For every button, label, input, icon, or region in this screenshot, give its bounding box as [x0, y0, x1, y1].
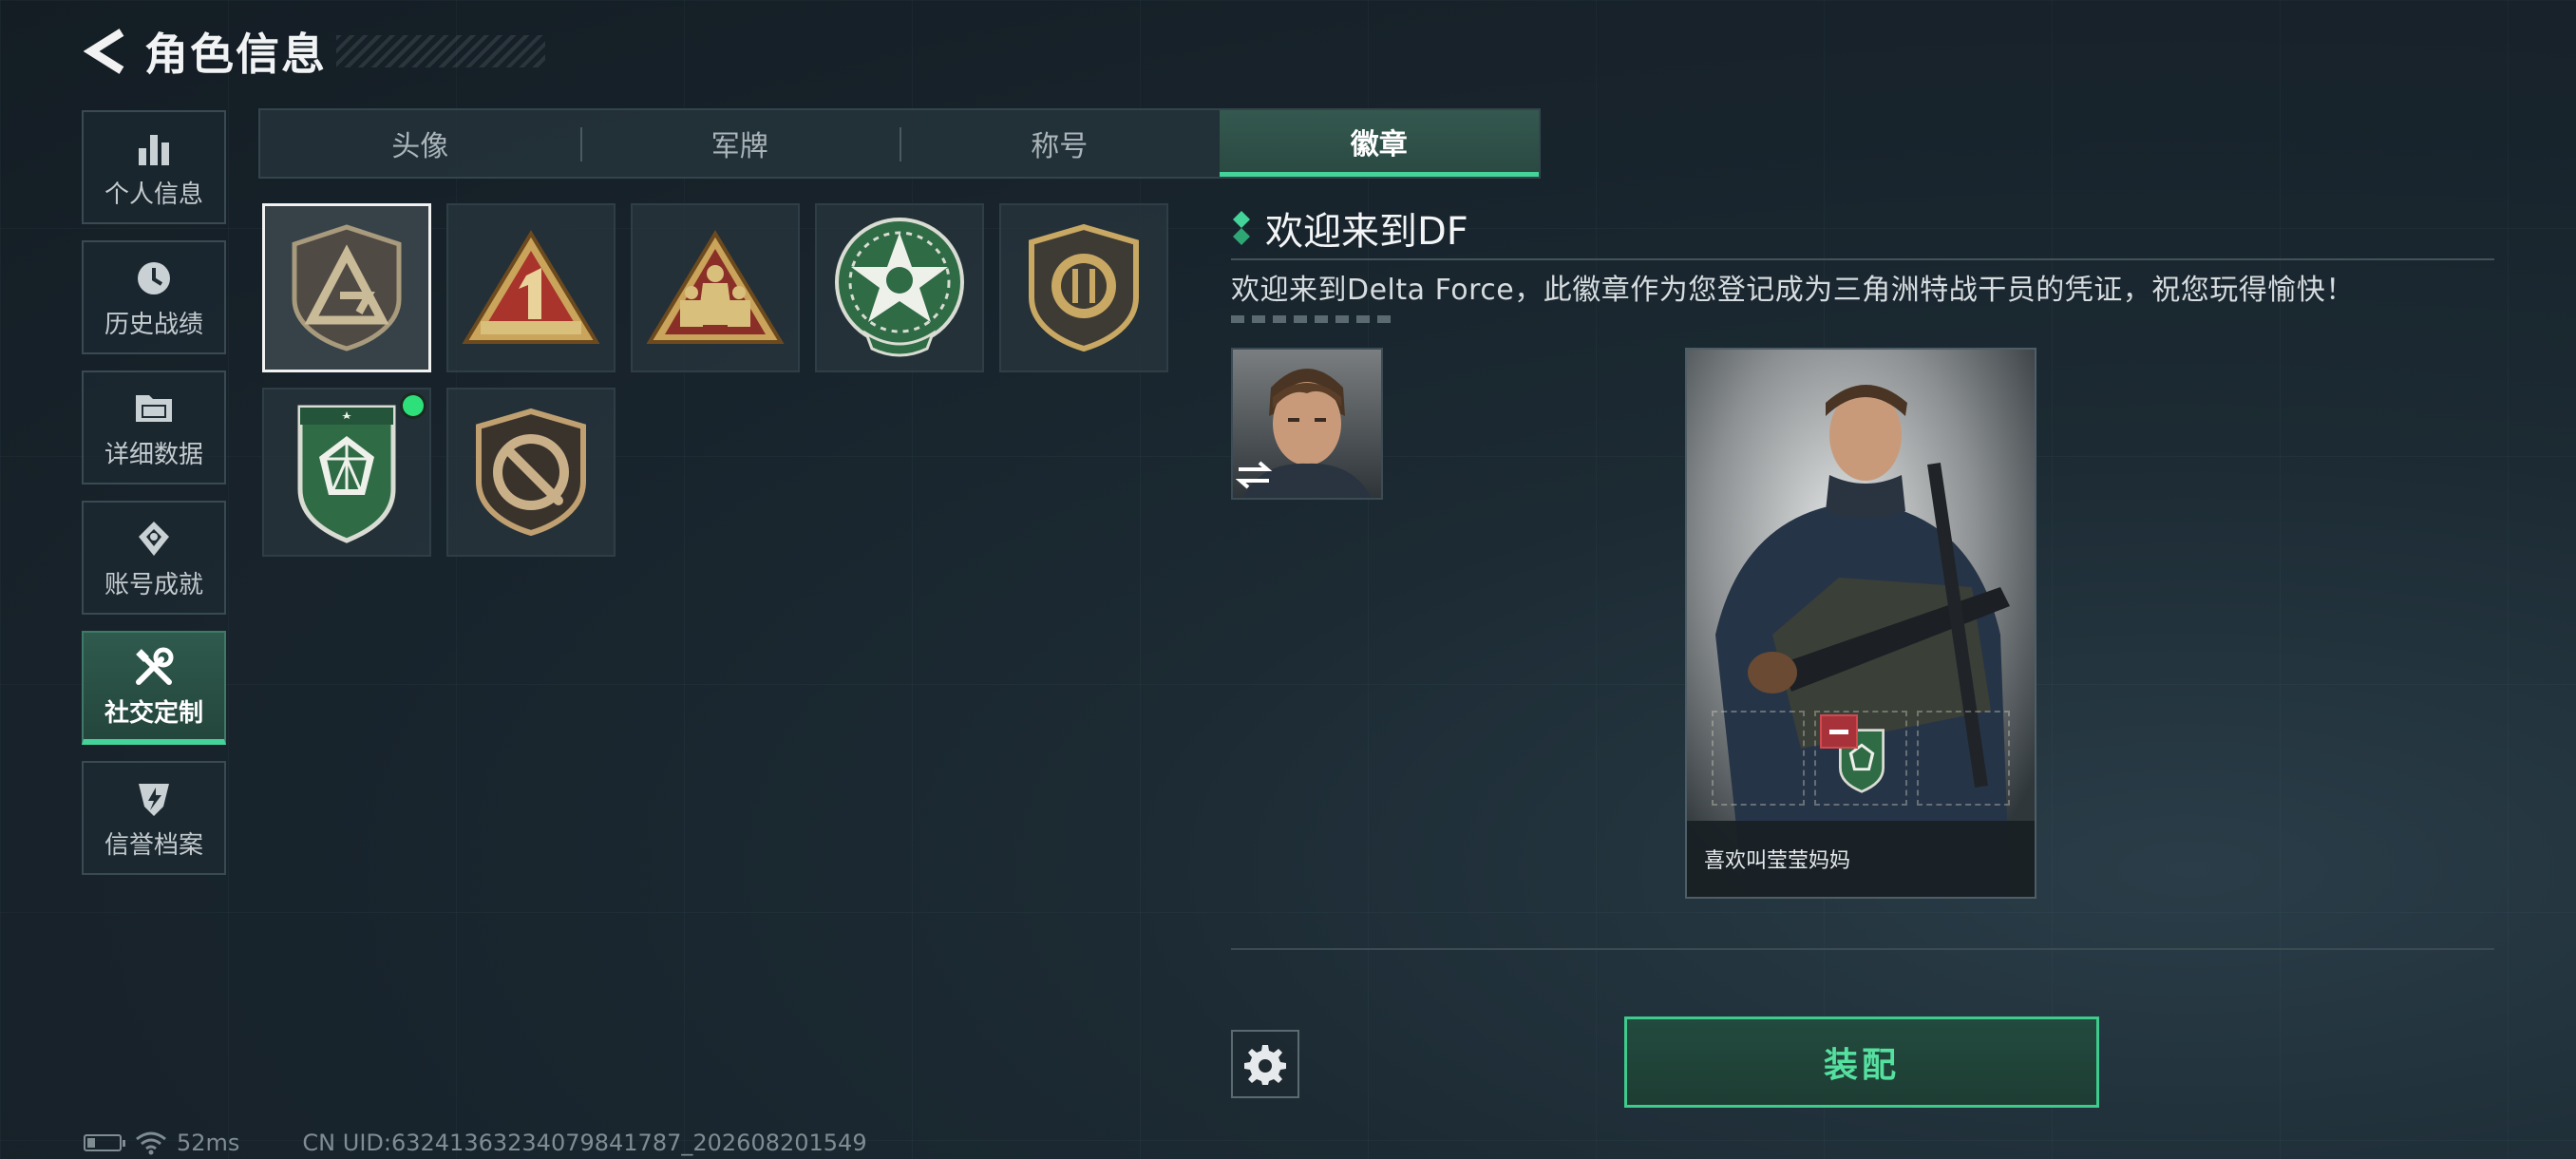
tools-icon — [133, 644, 175, 690]
clock-icon — [135, 256, 173, 301]
tab-badge[interactable]: 徽章 — [1219, 110, 1539, 177]
diamond-marker-icon — [1233, 211, 1250, 245]
sidebar-item-label: 信誉档案 — [104, 830, 203, 860]
tab-avatar[interactable]: 头像 — [260, 110, 580, 177]
sidebar-item-personal-info[interactable]: 个人信息 — [82, 110, 226, 224]
header: 角色信息 — [80, 23, 545, 80]
badge-gold-shield[interactable] — [999, 203, 1168, 372]
badge-number-one[interactable] — [446, 203, 616, 372]
badge-green-diamond[interactable] — [262, 388, 431, 557]
badge-slot-3[interactable] — [1917, 711, 2010, 806]
sidebar: 个人信息 历史战绩 详细数据 账号成就 社交定制 信誉档案 — [82, 110, 228, 891]
bottom-divider — [1231, 948, 2494, 950]
badge-knife[interactable] — [446, 388, 616, 557]
dotted-divider — [1231, 315, 1392, 323]
page-title: 角色信息 — [144, 28, 327, 80]
badge-green-star[interactable] — [815, 203, 984, 372]
gear-icon — [1244, 1045, 1286, 1085]
achievement-icon — [135, 516, 173, 561]
new-badge-indicator — [403, 395, 424, 416]
back-arrow-icon[interactable] — [80, 25, 129, 78]
badge-detail-panel: 欢迎来到DF 欢迎来到Delta Force，此徽章作为您登记成为三角洲特战干员… — [1231, 203, 2494, 323]
knife-badge-icon — [476, 408, 586, 537]
wifi-icon — [136, 1131, 166, 1155]
number-one-badge-icon — [462, 230, 600, 344]
remove-badge-button[interactable] — [1820, 714, 1858, 749]
badge-slot-1[interactable] — [1712, 711, 1805, 806]
operator-avatar[interactable] — [1231, 348, 1383, 500]
sidebar-item-label: 历史战绩 — [104, 310, 203, 339]
battery-icon — [84, 1134, 125, 1151]
sidebar-item-label: 个人信息 — [104, 180, 203, 209]
badge-delta-triangle[interactable] — [262, 203, 431, 372]
badge-description: 欢迎来到Delta Force，此徽章作为您登记成为三角洲特战干员的凭证，祝您玩… — [1231, 274, 2355, 307]
ping-value: 52ms — [177, 1130, 240, 1156]
credit-shield-icon — [135, 776, 173, 822]
sidebar-item-history[interactable]: 历史战绩 — [82, 240, 226, 354]
tab-title[interactable]: 称号 — [900, 110, 1220, 177]
sidebar-item-social-custom[interactable]: 社交定制 — [82, 631, 226, 745]
status-bar: 52ms CN UID:63241363234079841787_2026082… — [84, 1129, 867, 1157]
squad-badge-icon — [646, 230, 785, 344]
badge-title-row: 欢迎来到DF — [1231, 203, 2494, 254]
operator-character-image — [1687, 350, 2035, 897]
settings-button[interactable] — [1231, 1030, 1299, 1098]
sidebar-item-credit[interactable]: 信誉档案 — [82, 761, 226, 875]
green-diamond-badge-icon — [297, 405, 396, 543]
badge-squad[interactable] — [631, 203, 800, 372]
bar-chart-icon — [135, 125, 173, 171]
swap-icon[interactable] — [1235, 460, 1273, 494]
folder-icon — [134, 386, 174, 431]
sidebar-item-achievements[interactable]: 账号成就 — [82, 501, 226, 615]
sidebar-item-label: 详细数据 — [104, 440, 203, 469]
tab-dog-tag[interactable]: 军牌 — [579, 110, 900, 177]
user-uid: CN UID:63241363234079841787_202608201549 — [302, 1130, 867, 1156]
character-preview-card: 喜欢叫莹莹妈妈 — [1685, 348, 2036, 899]
title-divider — [1231, 258, 2494, 260]
title-decoration — [336, 35, 545, 67]
player-nickname: 喜欢叫莹莹妈妈 — [1687, 821, 2035, 897]
delta-triangle-badge-icon — [292, 224, 402, 352]
minus-icon — [1829, 729, 1848, 734]
gold-shield-badge-icon — [1029, 223, 1139, 352]
equip-button[interactable]: 装配 — [1624, 1016, 2099, 1108]
green-star-badge-icon — [835, 218, 964, 357]
badge-title: 欢迎来到DF — [1265, 210, 1468, 254]
sidebar-item-detailed-data[interactable]: 详细数据 — [82, 370, 226, 484]
sidebar-item-label: 社交定制 — [104, 698, 203, 728]
sidebar-item-label: 账号成就 — [104, 570, 203, 599]
category-tabs: 头像 军牌 称号 徽章 — [258, 108, 1541, 179]
